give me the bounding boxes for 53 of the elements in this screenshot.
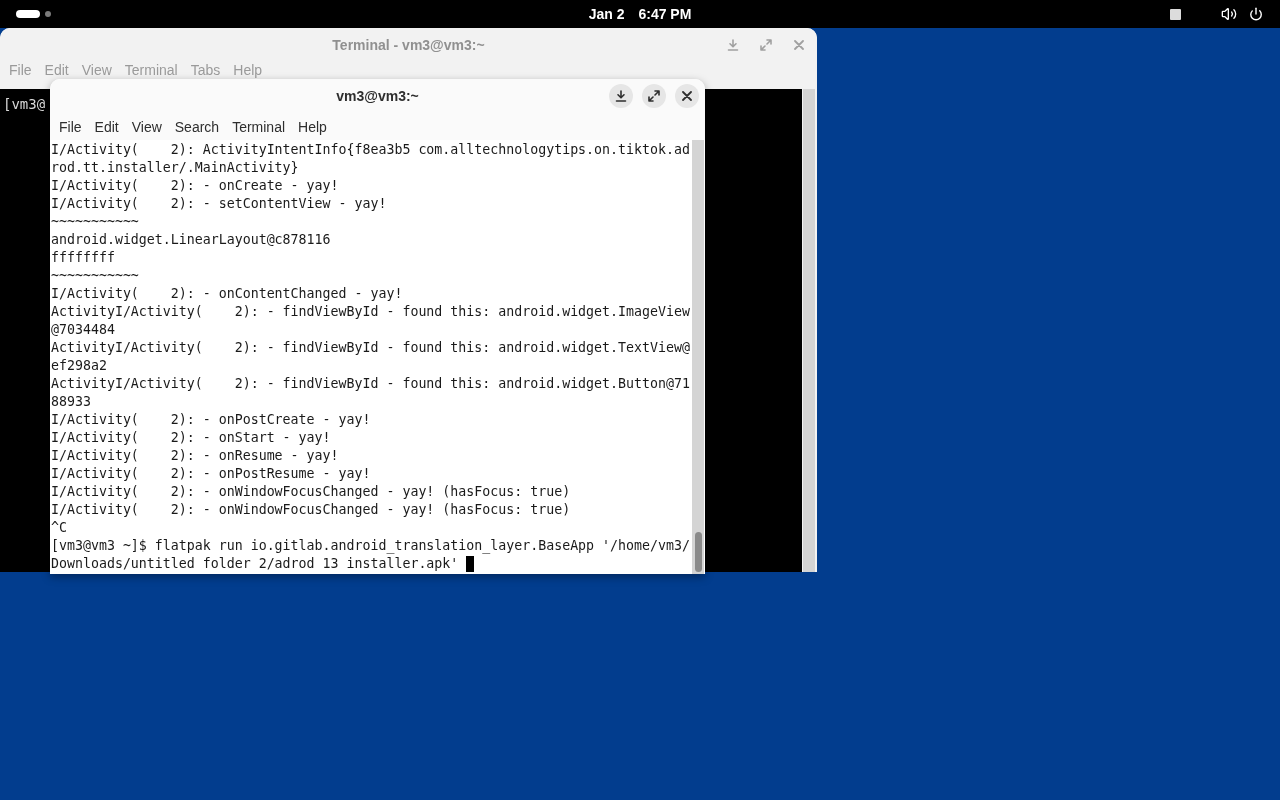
menu-item[interactable]: Search xyxy=(174,117,220,136)
terminal-line: ffffffff xyxy=(51,249,116,267)
terminal-line: [vm3@vm3 ~]$ flatpak run io.gitlab.android_translation_layer.BaseApp '/home/vm3/ xyxy=(51,537,691,555)
window-title: vm3@vm3:~ xyxy=(336,86,419,106)
terminal-line: I/Activity( 2): - onPostCreate - yay! xyxy=(51,411,372,429)
window-title: Terminal - vm3@vm3:~ xyxy=(332,35,485,55)
scrollbar-track[interactable] xyxy=(692,140,704,574)
clock-time[interactable]: 6:47 PM xyxy=(638,3,692,25)
workspace-indicator-icon[interactable] xyxy=(45,11,51,17)
close-button[interactable] xyxy=(675,84,699,108)
terminal-line: I/Activity( 2): ActivityIntentInfo{f8ea3b5 com.alltechnologytips.on.tiktok.ad xyxy=(51,141,691,159)
block-cursor-icon xyxy=(466,556,475,572)
terminal-line: I/Activity( 2): - onStart - yay! xyxy=(51,429,332,447)
menu-item[interactable]: File xyxy=(59,117,82,136)
terminal-line: ef298a2 xyxy=(51,357,108,375)
terminal-line: rod.tt.installer/.MainActivity} xyxy=(51,159,300,177)
terminal-line: @7034484 xyxy=(51,321,116,339)
scrollbar-thumb[interactable] xyxy=(694,532,702,572)
terminal-line: ~~~~~~~~~~~ xyxy=(51,267,140,285)
menu-item[interactable]: Terminal xyxy=(232,117,286,136)
terminal-line: ~~~~~~~~~~~ xyxy=(51,213,140,231)
clock-date[interactable]: Jan 2 xyxy=(588,3,625,25)
terminal-line: I/Activity( 2): - onCreate - yay! xyxy=(51,177,340,195)
minimize-button[interactable] xyxy=(609,84,633,108)
terminal-line: ActivityI/Activity( 2): - findViewById - found this: android.widget.ImageView xyxy=(51,303,691,321)
menu-item[interactable]: Help xyxy=(298,117,327,136)
terminal-line: I/Activity( 2): - onContentChanged - yay! xyxy=(51,285,404,303)
terminal-line: ActivityI/Activity( 2): - findViewById - found this: android.widget.Button@71 xyxy=(51,375,691,393)
power-icon[interactable] xyxy=(1249,7,1263,21)
volume-icon[interactable] xyxy=(1221,6,1237,22)
diagonal-arrows-icon xyxy=(648,90,660,102)
terminal-line: I/Activity( 2): - onWindowFocusChanged - yay! (hasFocus: true) xyxy=(51,483,572,501)
down-arrow-icon xyxy=(727,39,739,51)
diagonal-arrows-icon xyxy=(760,39,772,51)
terminal-line: I/Activity( 2): - onWindowFocusChanged - yay! (hasFocus: true) xyxy=(51,501,572,519)
maximize-button[interactable] xyxy=(642,84,666,108)
terminal-line: 88933 xyxy=(51,393,92,411)
terminal-line: [vm3@ xyxy=(3,96,46,112)
terminal-line: I/Activity( 2): - onResume - yay! xyxy=(51,447,340,465)
terminal-line: Downloads/untitled folder 2/adrod 13 installer.apk' xyxy=(51,555,459,573)
terminal-line: I/Activity( 2): - onPostResume - yay! xyxy=(51,465,372,483)
menu-item[interactable]: View xyxy=(131,117,162,136)
scrollbar-track[interactable] xyxy=(803,89,815,572)
terminal-line: ActivityI/Activity( 2): - findViewById - found this: android.widget.TextView@ xyxy=(51,339,691,357)
close-icon xyxy=(682,91,692,101)
terminal-line: ^C xyxy=(51,519,68,537)
terminal-line: I/Activity( 2): - setContentView - yay! xyxy=(51,195,388,213)
square-icon[interactable] xyxy=(1170,8,1181,20)
menu-item[interactable]: Edit xyxy=(94,117,119,136)
workspace-indicator-icon[interactable] xyxy=(16,10,40,18)
down-arrow-icon xyxy=(615,90,627,102)
terminal-line: android.widget.LinearLayout@c878116 xyxy=(51,231,332,249)
close-icon xyxy=(794,40,804,50)
